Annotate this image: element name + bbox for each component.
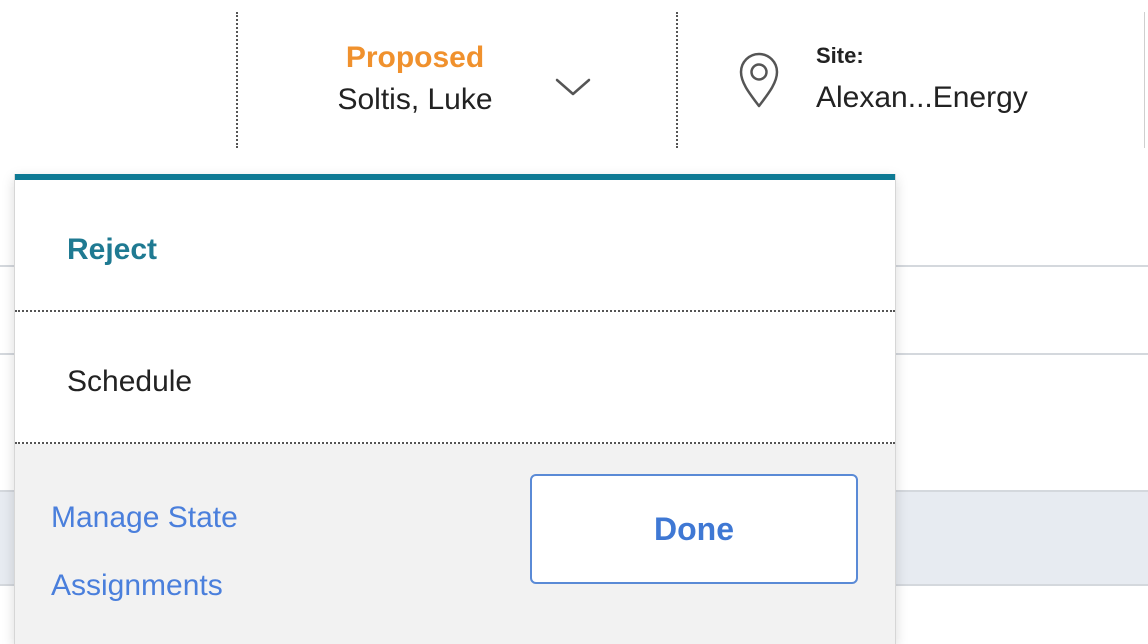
location-pin-icon: [739, 52, 779, 108]
header-divider: [1144, 12, 1145, 148]
site-label: Site:: [816, 43, 864, 68]
done-button[interactable]: Done: [530, 474, 858, 584]
site-value: Alexan...Energy: [816, 81, 1028, 114]
chevron-down-icon[interactable]: [554, 76, 592, 98]
transition-label: Reject: [67, 233, 158, 266]
state-transition-dropdown: Reject Schedule Manage State Assignments…: [14, 174, 896, 644]
record-header: Proposed Soltis, Luke Site: Alexan...Ene…: [0, 0, 1148, 150]
dropdown-footer: Manage State Assignments Done: [15, 444, 895, 644]
state-selector[interactable]: Proposed Soltis, Luke: [300, 36, 600, 126]
header-divider: [676, 12, 678, 148]
transition-label: Schedule: [67, 365, 193, 398]
state-name: Proposed: [345, 41, 485, 74]
transition-reject[interactable]: Reject: [15, 180, 895, 312]
transition-schedule[interactable]: Schedule: [15, 312, 895, 444]
header-divider: [236, 12, 238, 148]
state-owner: Soltis, Luke: [337, 83, 493, 116]
site-info: Site: Alexan...Energy: [730, 40, 1130, 130]
manage-state-assignments-link[interactable]: Manage State Assignments: [51, 484, 351, 620]
